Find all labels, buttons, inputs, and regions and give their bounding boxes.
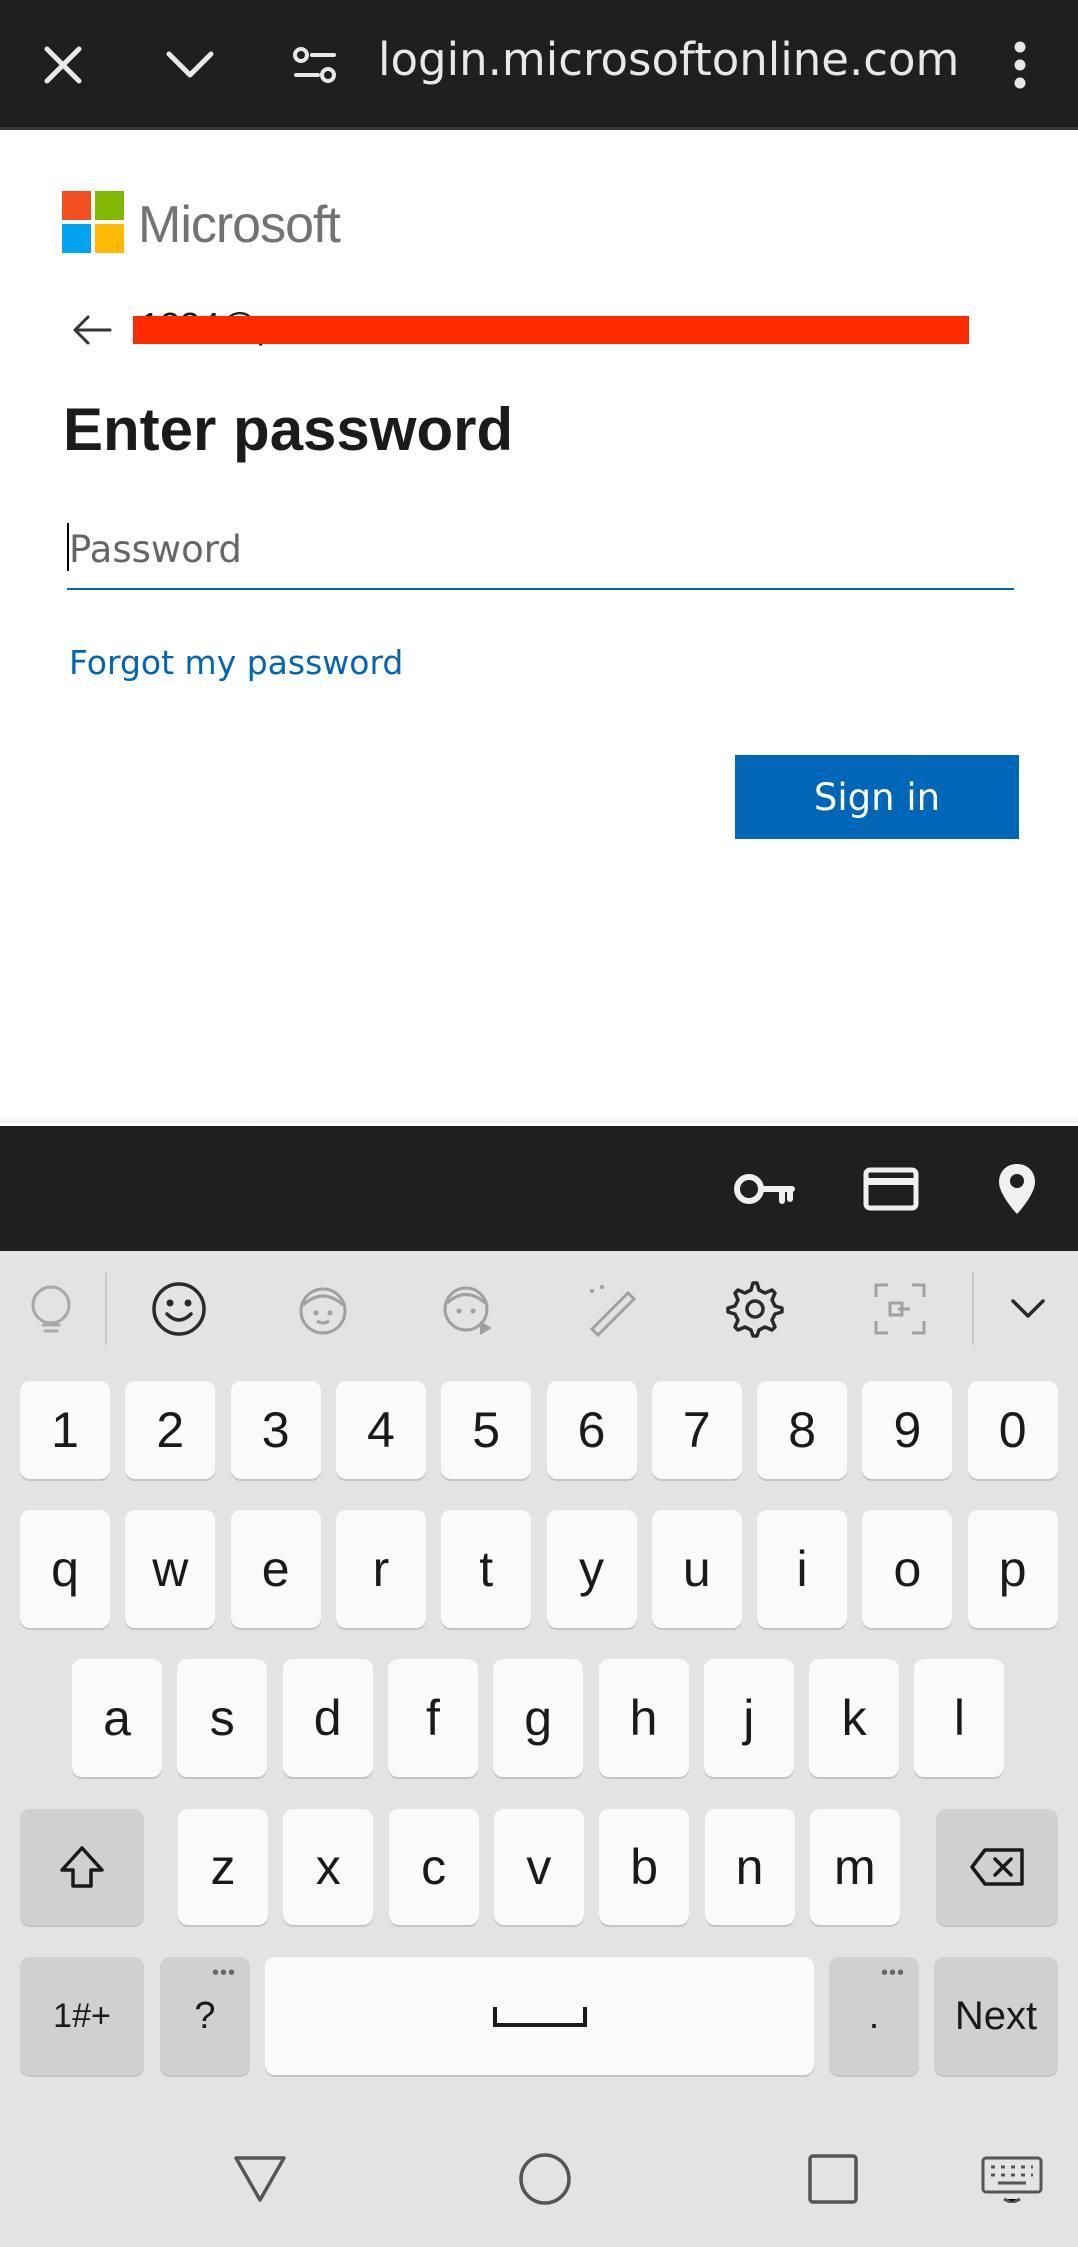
redaction-bar	[133, 316, 969, 344]
login-page: Microsoft 1234@p……………………………….com Enter p…	[0, 133, 1078, 1123]
period-key[interactable]: . •••	[829, 1957, 919, 2075]
close-icon[interactable]	[23, 25, 103, 105]
site-settings-icon[interactable]	[275, 25, 355, 105]
key-s[interactable]: s	[177, 1659, 268, 1777]
more-options-icon[interactable]	[980, 25, 1060, 105]
period-key-label: .	[868, 1994, 880, 2037]
key-u[interactable]: u	[651, 1510, 742, 1628]
autofill-bar	[0, 1126, 1078, 1251]
text-cursor	[67, 523, 69, 571]
key-t[interactable]: t	[441, 1510, 532, 1628]
key-3[interactable]: 3	[230, 1381, 321, 1479]
brand-wordmark: Microsoft	[138, 196, 341, 254]
key-r[interactable]: r	[335, 1510, 426, 1628]
space-key[interactable]	[265, 1957, 814, 2075]
question-key-label: ?	[194, 1994, 216, 2037]
key-o[interactable]: o	[862, 1510, 953, 1628]
key-a[interactable]: a	[72, 1659, 162, 1777]
translate-icon[interactable]	[13, 1271, 89, 1347]
collapse-chevron-icon[interactable]	[990, 1271, 1066, 1347]
next-key[interactable]: Next	[934, 1957, 1058, 2075]
key-p[interactable]: p	[967, 1510, 1058, 1628]
browser-toolbar: login.microsoftonline.com	[0, 0, 1078, 130]
key-8[interactable]: 8	[757, 1381, 848, 1479]
sticker-icon[interactable]	[285, 1271, 361, 1347]
password-input[interactable]	[67, 510, 1014, 590]
card-icon[interactable]	[856, 1154, 926, 1224]
question-key[interactable]: ? •••	[160, 1957, 250, 2075]
key-d[interactable]: d	[282, 1659, 373, 1777]
location-pin-icon[interactable]	[982, 1154, 1052, 1224]
animated-sticker-icon[interactable]	[430, 1271, 506, 1347]
url-bar[interactable]: login.microsoftonline.com	[378, 30, 959, 90]
back-triangle-icon[interactable]	[220, 2139, 300, 2219]
key-2[interactable]: 2	[125, 1381, 216, 1479]
key-y[interactable]: y	[546, 1510, 637, 1628]
key-e[interactable]: e	[230, 1510, 321, 1628]
backspace-key[interactable]	[936, 1809, 1058, 1925]
emoji-icon[interactable]	[141, 1271, 217, 1347]
key-j[interactable]: j	[703, 1659, 794, 1777]
key-m[interactable]: m	[809, 1809, 900, 1925]
key-0[interactable]: 0	[967, 1381, 1058, 1479]
settings-icon[interactable]	[717, 1271, 793, 1347]
more-punctuation-dots: •••	[880, 1962, 905, 1984]
symbols-key[interactable]: 1#+	[20, 1957, 144, 2075]
key-h[interactable]: h	[598, 1659, 689, 1777]
recents-square-icon[interactable]	[793, 2139, 873, 2219]
key-w[interactable]: w	[125, 1510, 216, 1628]
toolbar-divider	[972, 1273, 974, 1345]
sign-in-button[interactable]: Sign in	[735, 755, 1019, 839]
home-circle-icon[interactable]	[505, 2139, 585, 2219]
keyboard-switch-icon[interactable]	[972, 2139, 1052, 2219]
key-9[interactable]: 9	[862, 1381, 953, 1479]
key-i[interactable]: i	[757, 1510, 848, 1628]
key-1[interactable]: 1	[20, 1381, 110, 1479]
key-n[interactable]: n	[704, 1809, 795, 1925]
key-6[interactable]: 6	[546, 1381, 637, 1479]
key-z[interactable]: z	[178, 1809, 268, 1925]
key-icon[interactable]	[730, 1154, 800, 1224]
key-4[interactable]: 4	[335, 1381, 426, 1479]
page-title: Enter password	[63, 396, 514, 463]
key-x[interactable]: x	[283, 1809, 374, 1925]
key-l[interactable]: l	[914, 1659, 1005, 1777]
toolbar-divider	[105, 1273, 107, 1345]
screen-capture-icon[interactable]	[862, 1271, 938, 1347]
shift-key[interactable]	[20, 1809, 144, 1925]
chevron-down-icon[interactable]	[150, 25, 230, 105]
more-symbols-dots: •••	[211, 1962, 236, 1984]
key-k[interactable]: k	[809, 1659, 900, 1777]
page-divider	[0, 1115, 1078, 1123]
key-5[interactable]: 5	[441, 1381, 532, 1479]
microsoft-logo-icon	[62, 191, 124, 253]
key-c[interactable]: c	[388, 1809, 479, 1925]
key-f[interactable]: f	[387, 1659, 478, 1777]
key-b[interactable]: b	[599, 1809, 690, 1925]
handwriting-icon[interactable]	[574, 1271, 650, 1347]
back-arrow-icon[interactable]	[70, 308, 120, 358]
key-7[interactable]: 7	[651, 1381, 742, 1479]
key-g[interactable]: g	[493, 1659, 584, 1777]
forgot-password-link[interactable]: Forgot my password	[69, 643, 403, 682]
key-q[interactable]: q	[20, 1510, 110, 1628]
key-v[interactable]: v	[493, 1809, 584, 1925]
soft-keyboard: 1#+ ? ••• . ••• Next 1234567890 qwertyuio…	[0, 1251, 1078, 2247]
